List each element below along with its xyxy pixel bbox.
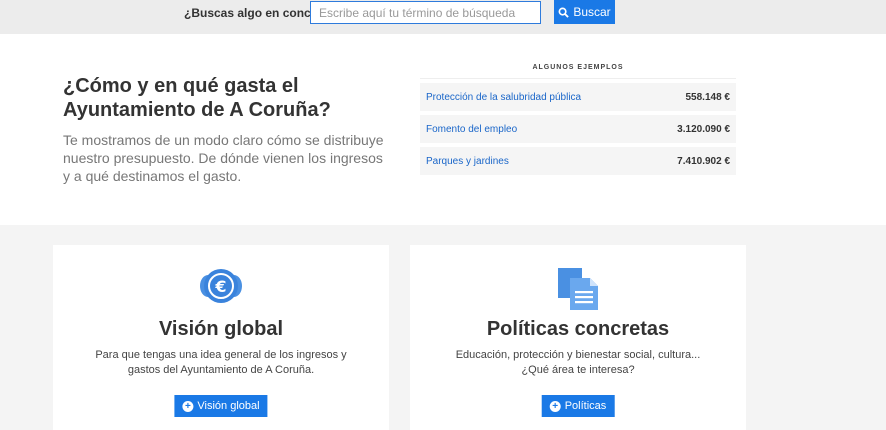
example-row: Fomento del empleo 3.120.090 € (420, 115, 736, 143)
examples-panel: ALGUNOS EJEMPLOS Protección de la salubr… (420, 64, 736, 175)
search-button[interactable]: Buscar (554, 0, 615, 24)
euro-coins-icon: € (200, 269, 242, 303)
card-text: Para que tengas una idea general de los … (95, 349, 347, 376)
plus-circle-icon: + (549, 400, 561, 412)
search-bar: ¿Buscas algo en concreto? Buscar (0, 0, 886, 34)
example-row: Parques y jardines 7.410.902 € (420, 147, 736, 175)
vision-global-button[interactable]: + Visión global (174, 395, 268, 417)
intro-section: ¿Cómo y en qué gasta el Ayuntamiento de … (0, 34, 886, 225)
page-title: ¿Cómo y en qué gasta el Ayuntamiento de … (63, 75, 331, 121)
card-politicas: Políticas concretas Educación, protecció… (410, 245, 746, 430)
search-input[interactable] (310, 1, 541, 24)
example-value: 3.120.090 € (677, 123, 730, 135)
example-link[interactable]: Protección de la salubridad pública (426, 92, 581, 103)
search-icon (558, 7, 570, 18)
examples-title: ALGUNOS EJEMPLOS (420, 64, 736, 79)
vision-global-button-label: Visión global (197, 400, 260, 412)
example-link[interactable]: Fomento del empleo (426, 124, 517, 135)
search-button-label: Buscar (573, 5, 611, 19)
intro-text: Te mostramos de un modo claro cómo se di… (63, 132, 384, 184)
card-vision-global: € Visión global Para que tengas una idea… (53, 245, 389, 430)
example-value: 7.410.902 € (677, 155, 730, 167)
card-title: Políticas concretas (486, 318, 670, 340)
example-value: 558.148 € (685, 91, 731, 103)
documents-icon (558, 268, 598, 310)
card-text: Educación, protección y bienestar social… (455, 349, 701, 376)
plus-circle-icon: + (182, 400, 194, 412)
example-row: Protección de la salubridad pública 558.… (420, 83, 736, 111)
example-link[interactable]: Parques y jardines (426, 156, 509, 167)
politicas-button[interactable]: + Políticas (541, 395, 615, 417)
svg-text:€: € (214, 277, 226, 296)
card-title: Visión global (158, 318, 284, 340)
politicas-button-label: Políticas (564, 400, 607, 412)
